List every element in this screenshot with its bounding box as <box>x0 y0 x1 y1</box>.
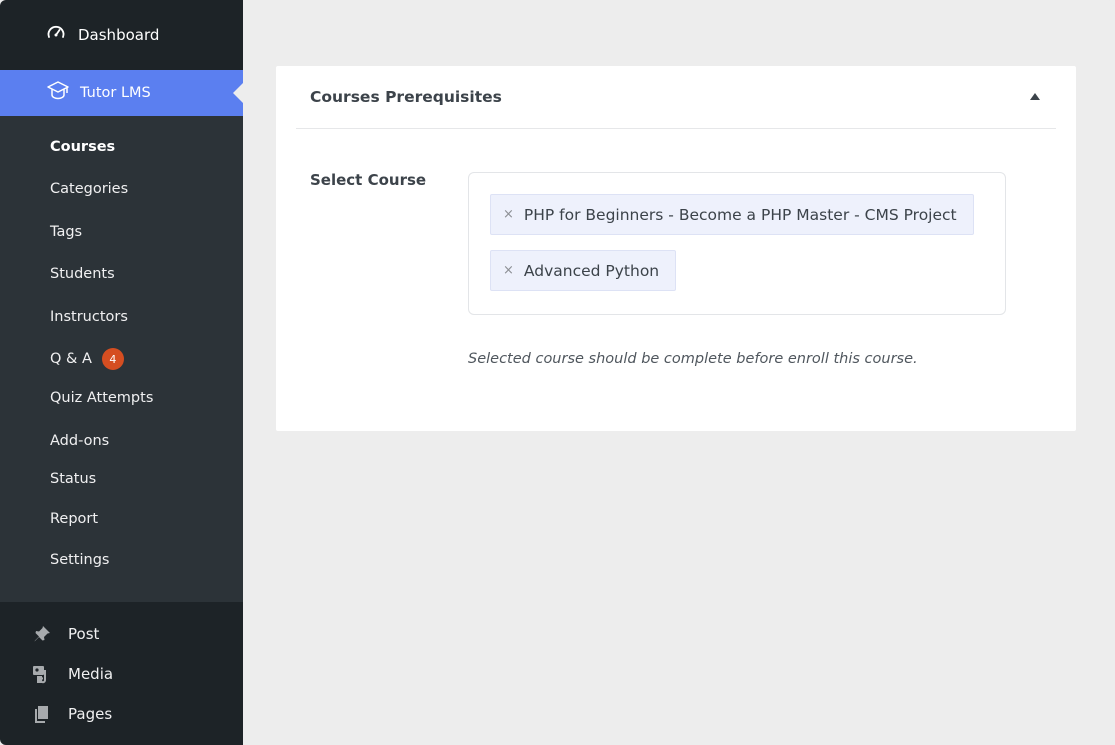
submenu-item-students[interactable]: Students <box>50 263 115 285</box>
submenu-item-quiz-attempts[interactable]: Quiz Attempts <box>50 387 153 409</box>
submenu-item-qa[interactable]: Q & A 4 <box>50 348 124 370</box>
submenu-item-tags[interactable]: Tags <box>50 221 82 243</box>
submenu-label: Status <box>50 471 97 487</box>
menu-item-tutor-lms-label: Tutor LMS <box>80 85 151 101</box>
submenu-item-instructors[interactable]: Instructors <box>50 306 128 328</box>
admin-sidebar: Dashboard Tutor LMS Courses Categories T… <box>0 0 243 745</box>
app-frame: Dashboard Tutor LMS Courses Categories T… <box>0 0 1115 745</box>
pages-icon <box>32 704 52 724</box>
submenu-label: Quiz Attempts <box>50 390 154 406</box>
menu-item-media-label: Media <box>68 665 114 683</box>
submenu-label: Courses <box>50 139 116 155</box>
selected-course-tag: × Advanced Python <box>490 250 677 291</box>
collapse-arrow-icon[interactable] <box>1030 93 1040 100</box>
pin-icon <box>32 624 52 644</box>
menu-item-post-label: Post <box>68 625 100 643</box>
submenu-item-settings[interactable]: Settings <box>50 549 109 571</box>
menu-item-pages[interactable]: Pages <box>32 703 112 725</box>
submenu-item-add-ons[interactable]: Add-ons <box>50 430 109 452</box>
menu-item-tutor-lms[interactable]: Tutor LMS <box>0 70 243 116</box>
submenu-label: Add-ons <box>50 433 110 449</box>
submenu-label: Settings <box>50 552 110 568</box>
qa-count-badge: 4 <box>101 348 124 370</box>
submenu-label: Tags <box>50 224 83 240</box>
menu-item-dashboard[interactable]: Dashboard <box>0 0 243 70</box>
card-header[interactable]: Courses Prerequisites <box>276 66 1076 128</box>
select-course-label: Select Course <box>310 171 427 189</box>
submenu-item-courses[interactable]: Courses <box>50 136 115 158</box>
remove-tag-icon[interactable]: × <box>503 263 514 278</box>
submenu-item-categories[interactable]: Categories <box>50 178 128 200</box>
menu-item-dashboard-label: Dashboard <box>78 26 160 44</box>
help-text: Selected course should be complete befor… <box>468 351 918 367</box>
submenu-label: Instructors <box>50 309 128 325</box>
submenu-label: Categories <box>50 181 129 197</box>
tutor-submenu: Courses Categories Tags Students Instruc… <box>0 116 243 602</box>
card-title: Courses Prerequisites <box>310 88 502 106</box>
selected-course-tag: × PHP for Beginners - Become a PHP Maste… <box>490 194 974 235</box>
submenu-item-status[interactable]: Status <box>50 468 96 490</box>
submenu-label: Q & A <box>50 351 92 367</box>
header-divider <box>296 128 1056 129</box>
graduation-cap-icon <box>46 80 70 106</box>
media-icon <box>32 664 52 684</box>
prerequisites-card: Courses Prerequisites Select Course × PH… <box>276 66 1076 431</box>
selected-course-label: PHP for Beginners - Become a PHP Master … <box>523 205 957 224</box>
selected-course-label: Advanced Python <box>523 261 660 280</box>
dashboard-icon <box>46 23 66 47</box>
menu-item-media[interactable]: Media <box>32 663 113 685</box>
submenu-label: Students <box>50 266 115 282</box>
course-multiselect[interactable]: × PHP for Beginners - Become a PHP Maste… <box>468 172 1006 315</box>
menu-item-post[interactable]: Post <box>32 623 99 645</box>
submenu-item-report[interactable]: Report <box>50 508 98 530</box>
submenu-label: Report <box>50 511 99 527</box>
menu-item-pages-label: Pages <box>68 705 113 723</box>
remove-tag-icon[interactable]: × <box>503 207 514 222</box>
active-indicator <box>233 83 243 103</box>
